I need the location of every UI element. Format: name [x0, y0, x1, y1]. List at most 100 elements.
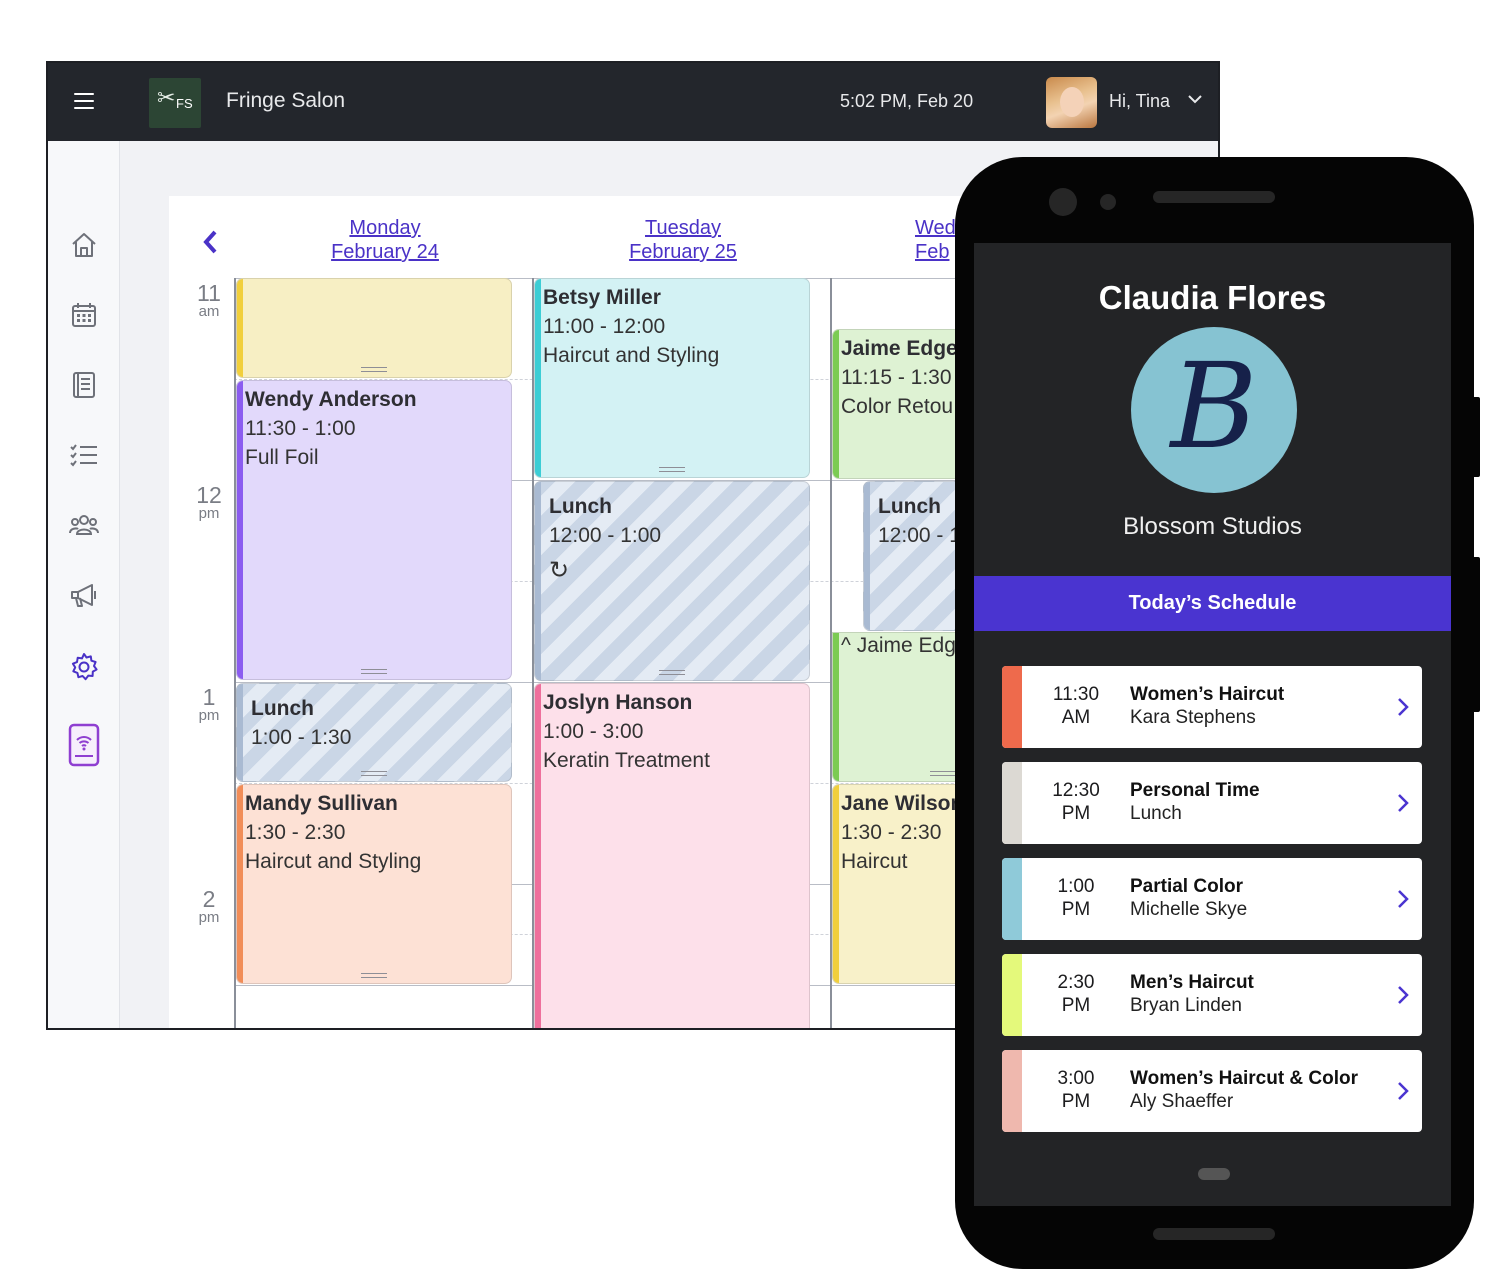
appointment-block[interactable]	[236, 278, 512, 378]
user-greeting[interactable]: Hi, Tina	[1109, 91, 1170, 112]
appointment-block[interactable]: Joslyn Hanson 1:00 - 3:00 Keratin Treatm…	[534, 683, 810, 1028]
client-name: Aly Shaeffer	[1130, 1091, 1234, 1112]
schedule-card[interactable]: 12:30 PM Personal Time Lunch	[1002, 762, 1422, 844]
resize-handle[interactable]	[659, 670, 685, 675]
day-weekday[interactable]: Tuesday	[645, 217, 721, 239]
schedule-card[interactable]: 2:30 PM Men’s Haircut Bryan Linden	[1002, 954, 1422, 1036]
time-value: 1:00	[1057, 876, 1095, 897]
time-value: 3:00	[1057, 1068, 1095, 1089]
calendar-icon[interactable]	[68, 299, 100, 331]
color-bar	[1002, 954, 1022, 1036]
schedule-header: Today’s Schedule	[974, 576, 1451, 631]
time-label-12pm: 12 pm	[189, 484, 229, 522]
appointment-time: 1:30 - 2:30	[245, 821, 346, 844]
appointment-time: 11:00 - 12:00	[543, 315, 666, 338]
phone-mockup: Claudia Flores B Blossom Studios Today’s…	[955, 157, 1480, 1269]
appointment-time: 1:00 PM	[1036, 875, 1116, 921]
schedule-card[interactable]: 1:00 PM Partial Color Michelle Skye	[1002, 858, 1422, 940]
appointment-time: 1:30 - 2:30	[841, 821, 942, 844]
chevron-right-icon[interactable]	[1396, 1080, 1410, 1102]
user-avatar[interactable]	[1046, 77, 1097, 128]
time-label-1pm: 1 pm	[189, 686, 229, 724]
appointment-text: Betsy Miller 11:00 - 12:00 Haircut and S…	[543, 283, 719, 370]
resize-handle[interactable]	[659, 467, 685, 472]
day-header-tuesday[interactable]: Tuesday February 25	[613, 216, 753, 264]
appointment-time: 3:00 PM	[1036, 1067, 1116, 1113]
block-name: Lunch	[878, 495, 941, 518]
lunch-block[interactable]: Lunch 12:00 - 1:00 ↻	[534, 481, 810, 681]
scissors-icon: ✂	[157, 86, 176, 111]
business-logo: B	[1131, 327, 1297, 493]
color-bar	[833, 330, 839, 478]
salon-logo[interactable]: ✂ FS	[149, 78, 201, 128]
clock-text: 5:02 PM, Feb 20	[840, 91, 974, 111]
logo-letter: B	[1170, 337, 1258, 475]
chevron-right-icon[interactable]	[1396, 792, 1410, 814]
resize-handle[interactable]	[361, 669, 387, 674]
time-value: 12:30	[1052, 780, 1100, 801]
resize-handle[interactable]	[361, 973, 387, 978]
color-bar	[535, 482, 541, 680]
hamburger-menu-icon[interactable]	[74, 93, 94, 111]
front-camera	[1049, 188, 1077, 216]
appointment-block[interactable]: Betsy Miller 11:00 - 12:00 Haircut and S…	[534, 278, 810, 478]
home-icon[interactable]	[68, 229, 100, 261]
mobile-app-icon[interactable]	[66, 723, 102, 767]
resize-handle[interactable]	[930, 771, 956, 776]
chevron-right-icon[interactable]	[1396, 888, 1410, 910]
hour: 1	[202, 684, 216, 710]
day-date[interactable]: February 24	[331, 241, 439, 263]
block-name: Lunch	[251, 697, 314, 720]
resize-handle[interactable]	[361, 771, 387, 776]
appointment-time: 1:00 - 1:30	[251, 726, 352, 749]
client-name: Lunch	[1130, 803, 1182, 824]
chevron-right-icon[interactable]	[1396, 984, 1410, 1006]
time-meridiem: AM	[1061, 707, 1091, 728]
day-date[interactable]: February 25	[629, 241, 737, 263]
day-weekday[interactable]: Monday	[349, 217, 420, 239]
color-bar	[1002, 666, 1022, 748]
block-name: Lunch	[549, 495, 612, 518]
clients-icon[interactable]	[68, 509, 100, 541]
stylist-name: Claudia Flores	[1098, 279, 1327, 316]
schedule-card[interactable]: 11:30 AM Women’s Haircut Kara Stephens	[1002, 666, 1422, 748]
lunch-block[interactable]: Lunch 1:00 - 1:30	[236, 683, 512, 782]
schedule-card[interactable]: 3:00 PM Women’s Haircut & Color Aly Shaef…	[1002, 1050, 1422, 1132]
front-sensor	[1100, 194, 1116, 210]
client-name: Mandy Sullivan	[245, 792, 398, 815]
hour: 2	[202, 886, 216, 912]
day-header-monday[interactable]: Monday February 24	[315, 216, 455, 264]
megaphone-icon[interactable]	[68, 579, 100, 611]
time-meridiem: PM	[1061, 995, 1091, 1016]
phone-screen: Claudia Flores B Blossom Studios Today’s…	[974, 243, 1451, 1206]
appointment-text: Wendy Anderson 11:30 - 1:00 Full Foil	[245, 385, 417, 472]
appointment-block[interactable]: Wendy Anderson 11:30 - 1:00 Full Foil	[236, 380, 512, 680]
appointment-block[interactable]: Mandy Sullivan 1:30 - 2:30 Haircut and S…	[236, 784, 512, 984]
color-bar	[864, 482, 870, 630]
home-indicator[interactable]	[1198, 1168, 1230, 1180]
service-name: Haircut and Styling	[543, 344, 720, 367]
meridiem: pm	[198, 707, 220, 724]
color-bar	[1002, 762, 1022, 844]
chevron-left-icon[interactable]	[199, 227, 221, 257]
client-name: Kara Stephens	[1130, 707, 1256, 728]
checklist-icon[interactable]	[68, 439, 100, 471]
appointment-time: 11:30 AM	[1036, 683, 1116, 729]
chevron-right-icon[interactable]	[1396, 696, 1410, 718]
resize-handle[interactable]	[361, 367, 387, 372]
color-bar	[833, 785, 839, 983]
book-icon[interactable]	[68, 369, 100, 401]
color-bar	[1002, 1050, 1022, 1132]
chevron-down-icon[interactable]	[1186, 90, 1204, 108]
appointment-text: Jaime Edge 11:15 - 1:30 Color Retou	[841, 334, 958, 421]
day-date[interactable]: Feb	[915, 241, 949, 263]
appointment-text: Lunch 12:00 - 1:00	[549, 492, 661, 550]
gear-icon[interactable]	[68, 651, 100, 683]
service-name: Women’s Haircut & Color	[1130, 1068, 1359, 1089]
day-weekday[interactable]: Wed	[915, 217, 956, 239]
time-value: 2:30	[1057, 972, 1095, 993]
side-button	[1470, 557, 1480, 712]
repeat-icon: ↻	[549, 556, 570, 584]
appointment-text: ^ Jaime Edg	[841, 633, 956, 660]
client-name: Wendy Anderson	[245, 388, 417, 411]
